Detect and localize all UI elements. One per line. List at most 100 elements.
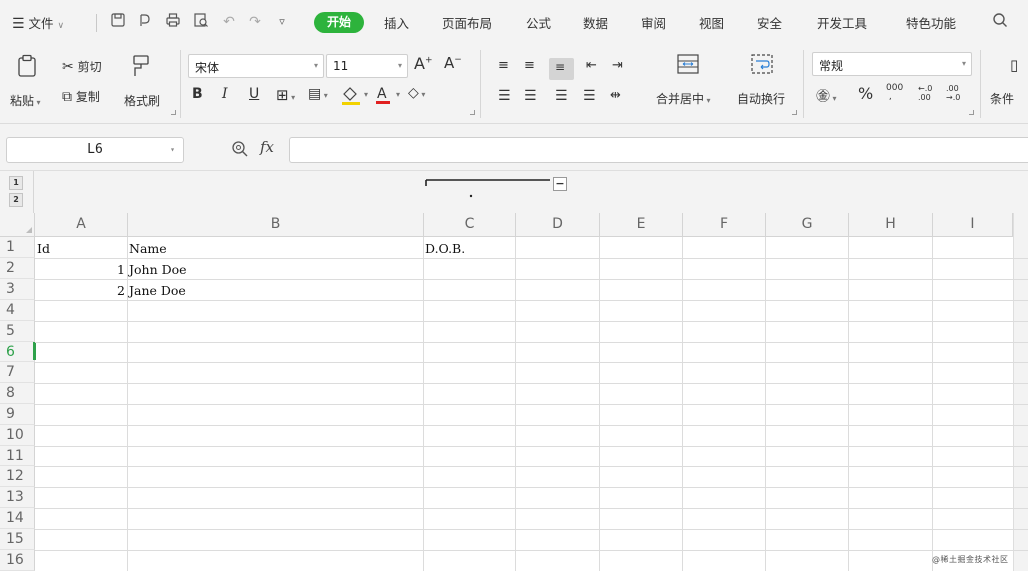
column-header-e[interactable]: E xyxy=(600,213,683,237)
dialog-launcher-icon[interactable] xyxy=(792,110,797,115)
increase-indent-icon[interactable]: ⇥ xyxy=(612,58,623,73)
select-all-corner[interactable] xyxy=(0,213,35,237)
export-icon[interactable] xyxy=(135,12,155,32)
column-header-f[interactable]: F xyxy=(683,213,766,237)
row-header-6[interactable]: 6 xyxy=(0,342,35,362)
redo-icon[interactable]: ↷ xyxy=(245,12,265,32)
dialog-launcher-icon[interactable] xyxy=(969,110,974,115)
row-header-2[interactable]: 2 xyxy=(0,258,35,279)
row-header-16[interactable]: 16 xyxy=(0,550,35,571)
name-box[interactable]: L6 ▾ xyxy=(6,137,184,163)
column-header-h[interactable]: H xyxy=(849,213,933,237)
decrease-indent-icon[interactable]: ⇤ xyxy=(586,58,597,73)
decrease-decimal-icon[interactable]: .00 →.0 xyxy=(946,84,960,102)
column-header-g[interactable]: G xyxy=(766,213,849,237)
chevron-down-icon[interactable]: ▾ xyxy=(396,90,400,99)
tab-special-features[interactable]: 特色功能 xyxy=(906,13,956,32)
formula-input[interactable] xyxy=(289,137,1028,163)
cell-grid[interactable]: Id Name D.O.B. 1 John Doe 2 Jane Doe xyxy=(35,237,1028,571)
undo-icon[interactable]: ↶ xyxy=(219,12,239,32)
cut-button[interactable]: ✂ 剪切 xyxy=(62,58,102,75)
cell-style-icon[interactable]: ▤ ▾ xyxy=(308,86,328,102)
merge-center-button[interactable]: 合并居中 ▾ xyxy=(656,90,711,107)
column-header-b[interactable]: B xyxy=(128,213,424,237)
align-left-icon[interactable]: ☰ xyxy=(498,88,511,104)
format-painter-button[interactable]: 格式刷 xyxy=(124,92,160,109)
tab-page-layout[interactable]: 页面布局 xyxy=(442,13,492,32)
align-right-icon[interactable]: ☰ xyxy=(555,88,568,104)
clear-format-icon[interactable]: ◇ ▾ xyxy=(408,85,425,101)
row-header-12[interactable]: 12 xyxy=(0,466,35,487)
font-color-icon[interactable]: A xyxy=(374,84,394,106)
row-header-11[interactable]: 11 xyxy=(0,446,35,466)
row-header-9[interactable]: 9 xyxy=(0,404,35,425)
thousands-separator-icon[interactable]: 000 , xyxy=(886,84,903,102)
borders-icon[interactable]: ⊞ ▾ xyxy=(276,86,295,104)
function-button[interactable]: fx xyxy=(260,138,274,156)
tab-review[interactable]: 审阅 xyxy=(641,13,666,32)
cell-a2[interactable]: 1 xyxy=(35,259,127,279)
number-format-select[interactable]: 常规 ▾ xyxy=(812,52,972,76)
search-icon[interactable] xyxy=(990,12,1010,32)
decrease-font-icon[interactable]: A− xyxy=(444,54,462,72)
row-header-7[interactable]: 7 xyxy=(0,362,35,383)
tab-insert[interactable]: 插入 xyxy=(384,13,409,32)
tab-security[interactable]: 安全 xyxy=(757,13,782,32)
font-name-select[interactable]: 宋体 ▾ xyxy=(188,54,324,78)
cell-a1[interactable]: Id xyxy=(35,238,127,258)
increase-decimal-icon[interactable]: ←.0.00 xyxy=(918,84,932,102)
conditional-format-icon[interactable]: ▯ xyxy=(1010,56,1018,74)
menu-file[interactable]: ☰ 文件 ∨ xyxy=(12,13,64,32)
row-header-4[interactable]: 4 xyxy=(0,300,35,321)
paste-button[interactable]: 粘贴 ▾ xyxy=(10,92,41,109)
format-painter-icon[interactable] xyxy=(130,54,152,78)
cell-c1[interactable]: D.O.B. xyxy=(423,238,515,258)
column-header-c[interactable]: C xyxy=(424,213,516,237)
tab-data[interactable]: 数据 xyxy=(583,13,608,32)
column-header-d[interactable]: D xyxy=(516,213,600,237)
save-icon[interactable] xyxy=(108,12,128,32)
row-header-3[interactable]: 3 xyxy=(0,279,35,300)
merge-center-icon[interactable] xyxy=(676,52,700,76)
align-top-icon[interactable]: ≡ xyxy=(498,58,509,73)
tab-developer[interactable]: 开发工具 xyxy=(817,13,867,32)
chevron-down-icon[interactable]: ▾ xyxy=(364,90,368,99)
row-header-10[interactable]: 10 xyxy=(0,425,35,446)
currency-icon[interactable]: ㊎ ▾ xyxy=(816,86,837,106)
bold-button[interactable]: B xyxy=(192,86,203,102)
dialog-launcher-icon[interactable] xyxy=(470,110,475,115)
row-header-8[interactable]: 8 xyxy=(0,383,35,404)
cell-b3[interactable]: Jane Doe xyxy=(127,280,423,300)
paste-icon[interactable] xyxy=(16,54,38,78)
column-header-a[interactable]: A xyxy=(35,213,128,237)
row-header-14[interactable]: 14 xyxy=(0,508,35,529)
cell-b2[interactable]: John Doe xyxy=(127,259,423,279)
cell-a3[interactable]: 2 xyxy=(35,280,127,300)
zoom-icon[interactable] xyxy=(231,140,249,158)
outline-level-1-button[interactable]: 1 xyxy=(9,176,23,190)
dialog-launcher-icon[interactable] xyxy=(171,110,176,115)
copy-button[interactable]: ⧉ 复制 xyxy=(62,88,100,105)
align-bottom-icon[interactable]: ≡ xyxy=(555,60,565,74)
conditional-format-button[interactable]: 条件 xyxy=(990,90,1014,107)
distributed-icon[interactable]: ⇹ xyxy=(610,88,621,103)
row-header-5[interactable]: 5 xyxy=(0,321,35,342)
font-size-select[interactable]: 11 ▾ xyxy=(326,54,408,78)
row-header-13[interactable]: 13 xyxy=(0,487,35,508)
column-header-i[interactable]: I xyxy=(933,213,1013,237)
collapse-group-button[interactable]: − xyxy=(553,177,567,191)
quick-access-dropdown-icon[interactable]: ▿ xyxy=(272,12,292,32)
increase-font-icon[interactable]: A+ xyxy=(414,54,433,73)
align-middle-icon[interactable]: ≡ xyxy=(524,58,535,73)
row-header-1[interactable]: 1 xyxy=(0,237,35,258)
wrap-text-button[interactable]: 自动换行 xyxy=(737,90,785,107)
align-center-icon[interactable]: ☰ xyxy=(524,88,537,104)
tab-formulas[interactable]: 公式 xyxy=(526,13,551,32)
percent-button[interactable]: % xyxy=(858,84,873,103)
tab-home[interactable]: 开始 xyxy=(314,12,364,33)
outline-level-2-button[interactable]: 2 xyxy=(9,193,23,207)
wrap-text-icon[interactable] xyxy=(750,52,774,76)
tab-view[interactable]: 视图 xyxy=(699,13,724,32)
row-header-15[interactable]: 15 xyxy=(0,529,35,550)
justify-icon[interactable]: ☰ xyxy=(583,88,596,104)
